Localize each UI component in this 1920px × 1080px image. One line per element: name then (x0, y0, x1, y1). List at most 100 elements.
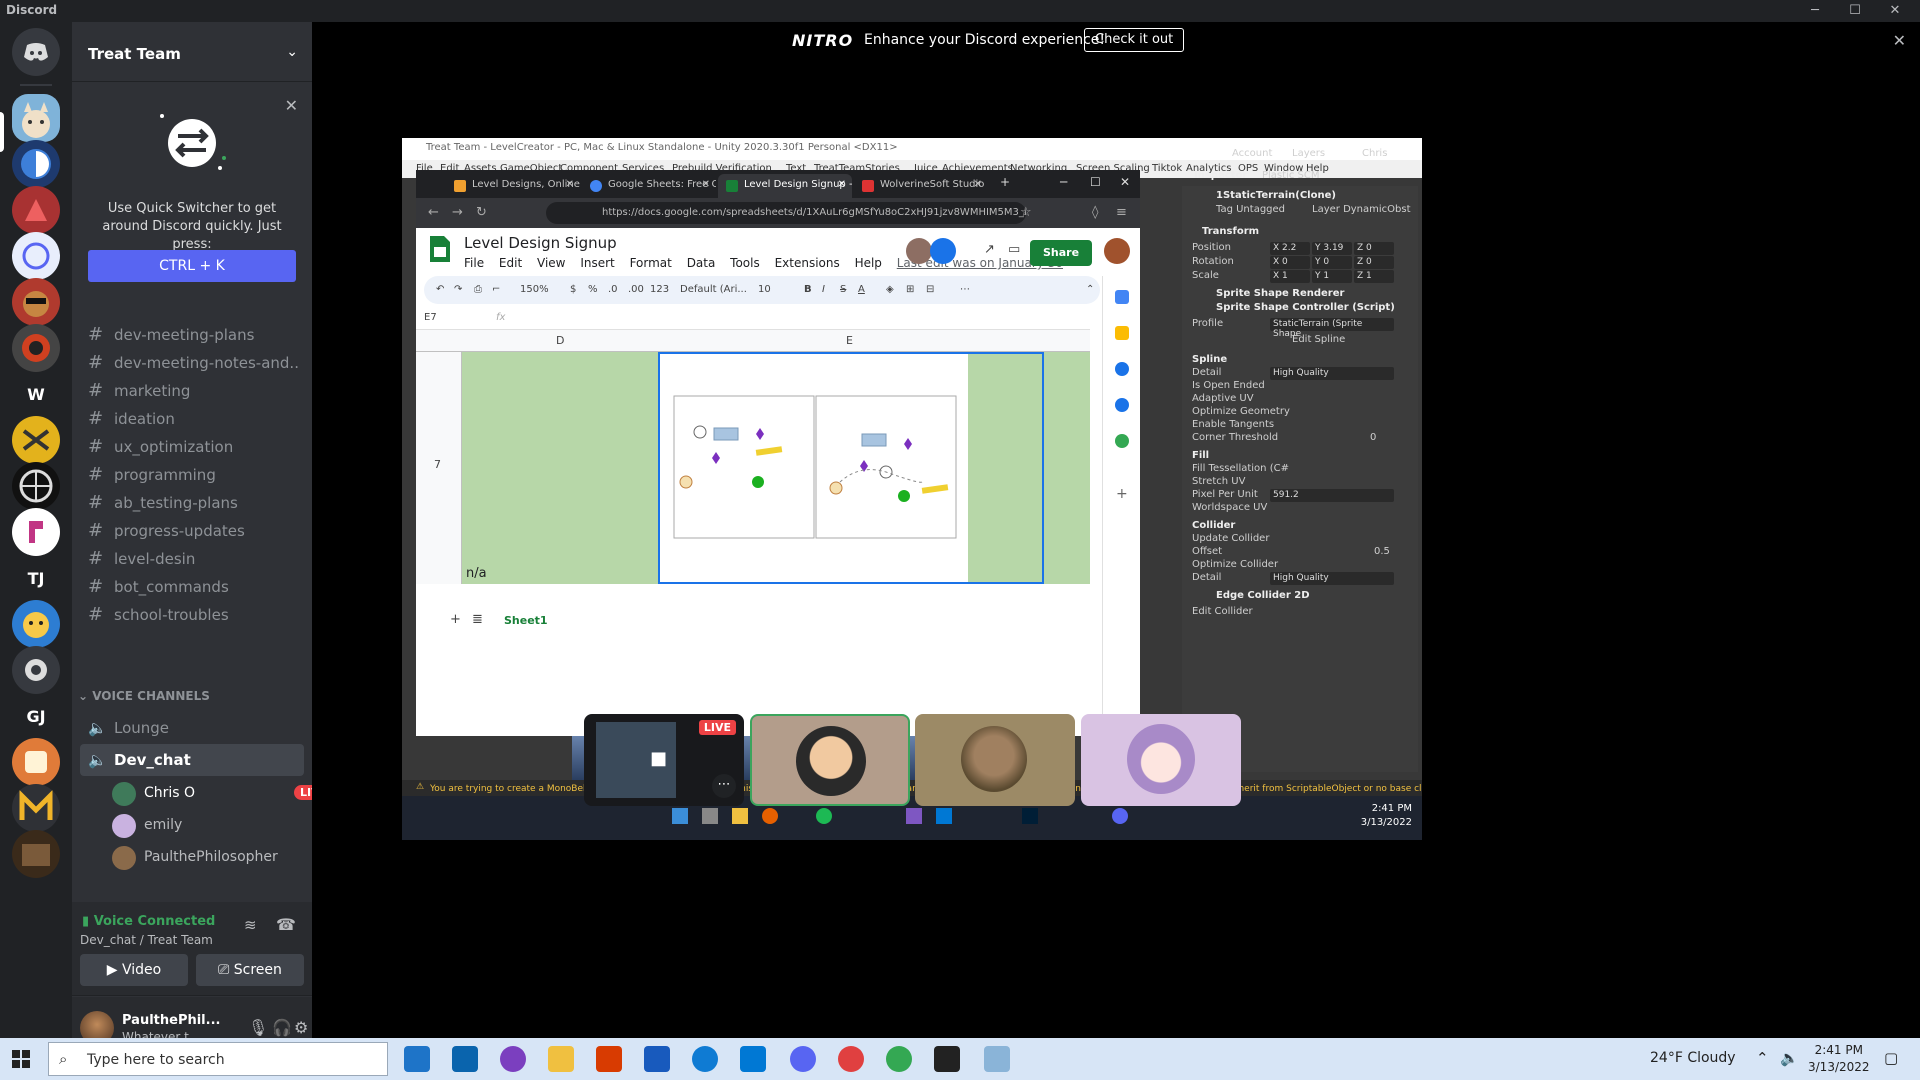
pocket-icon: ◊ (1092, 205, 1099, 220)
position-y: Y 3.19 (1312, 242, 1352, 255)
weather-widget[interactable]: 24°F Cloudy (1650, 1050, 1736, 1066)
sheet-menu-item: File (464, 256, 485, 270)
video-button[interactable]: ▶ Video (80, 954, 188, 986)
server-15[interactable] (12, 738, 60, 786)
notifications-icon[interactable]: ▢ (1884, 1049, 1898, 1067)
rotation-x: X 0 (1270, 256, 1310, 269)
quick-switcher-arrows-icon (160, 114, 226, 170)
server-tj[interactable]: TJ (12, 554, 60, 602)
video-button-label: Video (121, 962, 162, 978)
profile-value: StaticTerrain (Sprite Shape (1270, 318, 1394, 339)
windows-start-icon[interactable] (12, 1050, 30, 1068)
voice-user-paul[interactable]: PaulthePhilosopher (112, 842, 312, 872)
server-13[interactable] (12, 646, 60, 694)
bookmark-icon: ☆ (1020, 205, 1032, 220)
server-gj[interactable]: GJ (12, 692, 60, 740)
app-icon[interactable] (838, 1046, 864, 1072)
close-icon: ✕ (973, 179, 982, 190)
server-16[interactable] (12, 784, 60, 832)
store-icon[interactable] (404, 1046, 430, 1072)
word-icon[interactable] (644, 1046, 670, 1072)
screen-share-stream[interactable]: Treat Team - LevelCreator - PC, Mac & Li… (402, 138, 1422, 840)
gear-icon[interactable]: ⚙ (294, 1018, 308, 1037)
more-options-icon[interactable]: ⋯ (712, 774, 736, 798)
nitro-check-it-out-button[interactable]: Check it out (1084, 28, 1185, 52)
collapse-icon: ⌃ (1086, 284, 1095, 295)
more-formats-icon: 123 (650, 284, 670, 295)
noise-suppression-icon[interactable]: ≋ (244, 916, 257, 934)
strikethrough-icon: S (840, 284, 847, 295)
quick-switcher-shortcut-button[interactable]: CTRL + K (88, 250, 296, 282)
voice-connected-status[interactable]: ▮ Voice Connected (82, 914, 215, 929)
participant-tile-chris[interactable] (750, 714, 910, 806)
headphones-icon[interactable]: 🎧 (272, 1018, 292, 1037)
scale-y: Y 1 (1312, 270, 1352, 283)
guild-header[interactable]: Treat Team ⌄ (72, 22, 312, 82)
server-w[interactable]: W (12, 370, 60, 418)
share-button: Share (1030, 240, 1092, 266)
selected-cell-e7 (658, 352, 1044, 584)
voice-channel-lounge[interactable]: 🔈 Lounge (80, 712, 304, 744)
file-explorer-icon[interactable] (548, 1046, 574, 1072)
voice-channels-header[interactable]: ⌄ VOICE CHANNELS (78, 689, 210, 703)
office-icon[interactable] (596, 1046, 622, 1072)
server-4[interactable] (12, 232, 60, 280)
screen-share-button[interactable]: ⎚ Screen (196, 954, 304, 986)
sheet-menu-item: Tools (730, 256, 760, 270)
voice-user-chris[interactable]: Chris O LIVE (112, 778, 334, 808)
unity-icon[interactable] (934, 1046, 960, 1072)
close-window-icon[interactable]: ✕ (1880, 0, 1910, 22)
home-button[interactable] (12, 28, 60, 76)
server-5[interactable] (12, 278, 60, 326)
maximize-icon[interactable]: ☐ (1840, 0, 1870, 22)
position-z: Z 0 (1354, 242, 1394, 255)
participant-tile-paul[interactable] (915, 714, 1075, 806)
voice-channel-dev-chat[interactable]: 🔈 Dev_chat (80, 744, 304, 776)
mail-icon[interactable] (452, 1046, 478, 1072)
unity-window-title: Treat Team - LevelCreator - PC, Mac & Li… (426, 142, 898, 153)
participant-tile-stream[interactable]: LIVE ■ ⋯ (584, 714, 744, 806)
server-9[interactable] (12, 462, 60, 510)
browser-tab: WolverineSoft Studio - itch.i✕ (854, 174, 988, 198)
app-icon[interactable] (984, 1046, 1010, 1072)
close-icon[interactable]: ✕ (1893, 31, 1906, 50)
voice-channel-name: Lounge (114, 719, 170, 737)
server-2[interactable] (12, 140, 60, 188)
taskbar-search[interactable]: ⌕ Type here to search (48, 1042, 388, 1076)
server-6[interactable] (12, 324, 60, 372)
spline-section: Spline (1192, 354, 1228, 365)
channel-sidebar: Treat Team ⌄ ✕ Use Quick Switcher to get… (72, 22, 334, 1060)
voice-user-emily[interactable]: emily (112, 810, 312, 840)
sheet-menu-item: Help (854, 256, 882, 270)
app-icon[interactable] (500, 1046, 526, 1072)
vscode-icon[interactable] (740, 1046, 766, 1072)
taskbar-clock[interactable]: 2:41 PM 3/13/2022 (1808, 1042, 1870, 1076)
discord-icon[interactable] (790, 1046, 816, 1072)
microphone-icon[interactable]: 🎙 (248, 1018, 268, 1037)
profile-label: Profile (1192, 318, 1224, 329)
zoom-select: 150% (520, 284, 549, 295)
server-17[interactable] (12, 830, 60, 878)
speaker-icon: 🔈 (88, 719, 107, 737)
close-icon[interactable]: ✕ (285, 96, 298, 115)
volume-icon[interactable]: 🔈 (1780, 1049, 1799, 1067)
rotation-y: Y 0 (1312, 256, 1352, 269)
server-gj-label: GJ (26, 706, 46, 726)
chrome-icon[interactable] (886, 1046, 912, 1072)
contacts-icon (1115, 398, 1129, 412)
edge-icon[interactable] (692, 1046, 718, 1072)
server-treat-team[interactable] (12, 94, 60, 142)
server-10[interactable] (12, 508, 60, 556)
participant-tile-emily[interactable] (1081, 714, 1241, 806)
disconnect-icon[interactable]: ☎ (276, 915, 296, 934)
tag-value: Untagged (1236, 204, 1286, 215)
print-icon: ⎙ (474, 284, 482, 295)
chevron-up-icon[interactable]: ⌃ (1756, 1049, 1769, 1067)
server-3[interactable] (12, 186, 60, 234)
server-12[interactable] (12, 600, 60, 648)
server-8[interactable] (12, 416, 60, 464)
channel-school-troubles[interactable]: # school-troubles (80, 598, 304, 630)
component-header: Edge Collider 2D (1216, 590, 1310, 601)
minimize-icon[interactable]: ─ (1800, 0, 1830, 22)
voice-connection-channel[interactable]: Dev_chat / Treat Team (80, 933, 213, 947)
